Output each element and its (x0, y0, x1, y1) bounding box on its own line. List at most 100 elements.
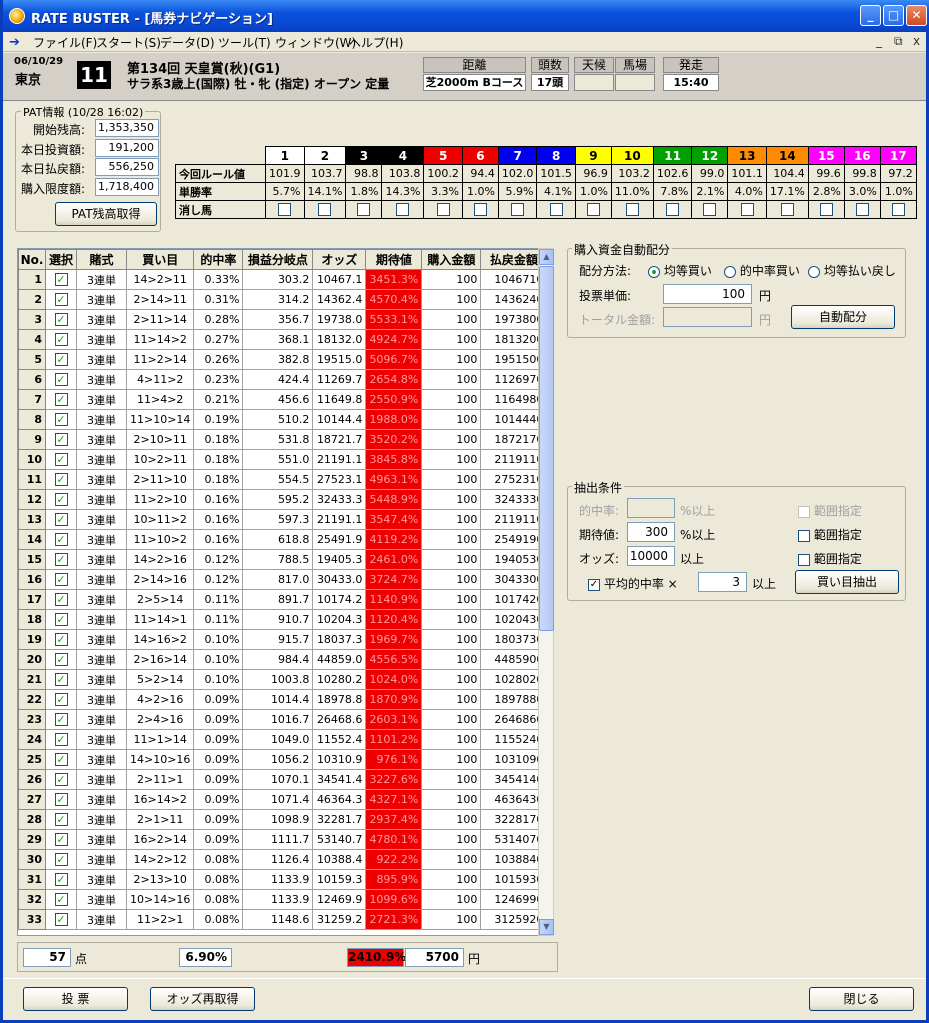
table-row[interactable]: 17 ✓ 3連単 2>5>14 0.11% 891.7 10174.2 1140.9% 100 1… (18, 589, 548, 610)
purchase-amount[interactable]: 100 (421, 669, 482, 690)
scratch-cell[interactable] (574, 200, 612, 219)
select-cell[interactable]: ✓ (45, 669, 77, 690)
table-row[interactable]: 13 ✓ 3連単 10>11>2 0.16% 597.3 21191.1 3547.4% 100… (18, 509, 548, 530)
menu-data[interactable]: データ(D) (160, 34, 215, 51)
select-cell[interactable]: ✓ (45, 509, 77, 530)
table-row[interactable]: 10 ✓ 3連単 10>2>11 0.18% 551.0 21191.1 3845.8% 100… (18, 449, 548, 470)
scratch-cell[interactable] (879, 200, 917, 219)
select-cell[interactable]: ✓ (45, 769, 77, 790)
scratch-checkbox[interactable] (586, 203, 600, 217)
select-cell[interactable]: ✓ (45, 649, 77, 670)
table-row[interactable]: 18 ✓ 3連単 11>14>1 0.11% 910.7 10204.3 1120.4% 100… (18, 609, 548, 630)
column-header[interactable]: 払戻金額 (480, 249, 548, 270)
column-header[interactable]: 購入金額 (421, 249, 482, 270)
purchase-amount[interactable]: 100 (421, 729, 482, 750)
select-checkbox[interactable]: ✓ (54, 373, 68, 386)
odds-range-check[interactable]: 範囲指定 (798, 550, 862, 567)
select-cell[interactable]: ✓ (45, 849, 77, 870)
table-row[interactable]: 30 ✓ 3連単 14>2>12 0.08% 1126.4 10388.4 922.2% 100… (18, 849, 548, 870)
purchase-amount[interactable]: 100 (421, 789, 482, 810)
scratch-cell[interactable] (807, 200, 845, 219)
column-header[interactable]: 的中率 (193, 249, 244, 270)
expected-range-check[interactable]: 範囲指定 (798, 526, 862, 543)
purchase-amount[interactable]: 100 (421, 689, 482, 710)
select-checkbox[interactable]: ✓ (54, 493, 68, 506)
select-checkbox[interactable]: ✓ (54, 753, 68, 766)
select-cell[interactable]: ✓ (45, 909, 77, 930)
select-checkbox[interactable]: ✓ (54, 913, 68, 926)
scratch-checkbox[interactable] (511, 203, 525, 217)
table-row[interactable]: 23 ✓ 3連単 2>4>16 0.09% 1016.7 26468.6 2603.1% 100… (18, 709, 548, 730)
menu-start[interactable]: スタート(S) (96, 34, 161, 51)
select-cell[interactable]: ✓ (45, 349, 77, 370)
column-header[interactable]: 期待値 (365, 249, 423, 270)
select-checkbox[interactable]: ✓ (54, 853, 68, 866)
table-row[interactable]: 8 ✓ 3連単 11>10>14 0.19% 510.2 10144.4 1988.0% 100… (18, 409, 548, 430)
select-checkbox[interactable]: ✓ (54, 433, 68, 446)
select-cell[interactable]: ✓ (45, 829, 77, 850)
purchase-amount[interactable]: 100 (421, 509, 482, 530)
table-row[interactable]: 15 ✓ 3連単 14>2>16 0.12% 788.5 19405.3 2461.0% 100… (18, 549, 548, 570)
select-cell[interactable]: ✓ (45, 469, 77, 490)
reload-odds-button[interactable]: オッズ再取得 (150, 987, 255, 1011)
scroll-down-icon[interactable]: ▼ (539, 919, 554, 935)
checkmark-icon[interactable]: ✓ (588, 578, 600, 591)
purchase-amount[interactable]: 100 (421, 349, 482, 370)
scratch-cell[interactable] (497, 200, 538, 219)
select-checkbox[interactable]: ✓ (54, 573, 68, 586)
table-row[interactable]: 32 ✓ 3連単 10>14>16 0.08% 1133.9 12469.9 1099.6% 1… (18, 889, 548, 910)
select-cell[interactable]: ✓ (45, 409, 77, 430)
select-checkbox[interactable]: ✓ (54, 813, 68, 826)
table-row[interactable]: 16 ✓ 3連単 2>14>16 0.12% 817.0 30433.0 3724.7% 100… (18, 569, 548, 590)
radio-icon[interactable] (808, 265, 820, 278)
purchase-amount[interactable]: 100 (421, 909, 482, 930)
purchase-amount[interactable]: 100 (421, 849, 482, 870)
select-cell[interactable]: ✓ (45, 309, 77, 330)
select-checkbox[interactable]: ✓ (54, 533, 68, 546)
scratch-cell[interactable] (536, 200, 576, 219)
radio-icon[interactable] (724, 265, 736, 278)
select-cell[interactable]: ✓ (45, 569, 77, 590)
scratch-checkbox[interactable] (780, 203, 794, 217)
purchase-amount[interactable]: 100 (421, 829, 482, 850)
select-checkbox[interactable]: ✓ (54, 333, 68, 346)
select-cell[interactable]: ✓ (45, 749, 77, 770)
purchase-amount[interactable]: 100 (421, 409, 482, 430)
purchase-amount[interactable]: 100 (421, 489, 482, 510)
purchase-amount[interactable]: 100 (421, 549, 482, 570)
scratch-cell[interactable] (265, 200, 305, 219)
checkbox-icon[interactable] (798, 553, 810, 566)
select-checkbox[interactable]: ✓ (54, 313, 68, 326)
purchase-amount[interactable]: 100 (421, 629, 482, 650)
select-cell[interactable]: ✓ (45, 369, 77, 390)
purchase-amount[interactable]: 100 (421, 809, 482, 830)
select-checkbox[interactable]: ✓ (54, 893, 68, 906)
menu-window[interactable]: ウィンドウ(W) (275, 34, 356, 51)
menu-help[interactable]: ヘルプ(H) (349, 34, 403, 51)
avg-hit-input[interactable]: 3 (698, 572, 747, 592)
select-checkbox[interactable]: ✓ (54, 593, 68, 606)
select-checkbox[interactable]: ✓ (54, 413, 68, 426)
select-checkbox[interactable]: ✓ (54, 353, 68, 366)
scroll-thumb[interactable] (539, 266, 554, 631)
scratch-cell[interactable] (345, 200, 383, 219)
table-row[interactable]: 19 ✓ 3連単 14>16>2 0.10% 915.7 18037.3 1969.7% 100… (18, 629, 548, 650)
select-checkbox[interactable]: ✓ (54, 673, 68, 686)
table-row[interactable]: 25 ✓ 3連単 14>10>16 0.09% 1056.2 10310.9 976.1% 10… (18, 749, 548, 770)
odds-input[interactable]: 10000 (627, 546, 675, 566)
scratch-cell[interactable] (461, 200, 499, 219)
menu-tools[interactable]: ツール(T) (218, 34, 271, 51)
unit-price-input[interactable]: 100 (663, 284, 752, 304)
select-checkbox[interactable]: ✓ (54, 773, 68, 786)
select-cell[interactable]: ✓ (45, 269, 77, 290)
avg-hit-check[interactable]: ✓ 平均的中率 × (588, 575, 678, 592)
select-checkbox[interactable]: ✓ (54, 293, 68, 306)
select-checkbox[interactable]: ✓ (54, 553, 68, 566)
table-row[interactable]: 3 ✓ 3連単 2>11>14 0.28% 356.7 19738.0 5533.1% 100 1… (18, 309, 548, 330)
title-bar[interactable]: RATE BUSTER - [馬券ナビゲーション] _ □ ✕ (3, 0, 929, 32)
select-checkbox[interactable]: ✓ (54, 273, 68, 286)
table-row[interactable]: 29 ✓ 3連単 16>2>14 0.09% 1111.7 53140.7 4780.1% 10… (18, 829, 548, 850)
select-cell[interactable]: ✓ (45, 789, 77, 810)
purchase-amount[interactable]: 100 (421, 589, 482, 610)
table-row[interactable]: 2 ✓ 3連単 2>14>11 0.31% 314.2 14362.4 4570.4% 100 1… (18, 289, 548, 310)
